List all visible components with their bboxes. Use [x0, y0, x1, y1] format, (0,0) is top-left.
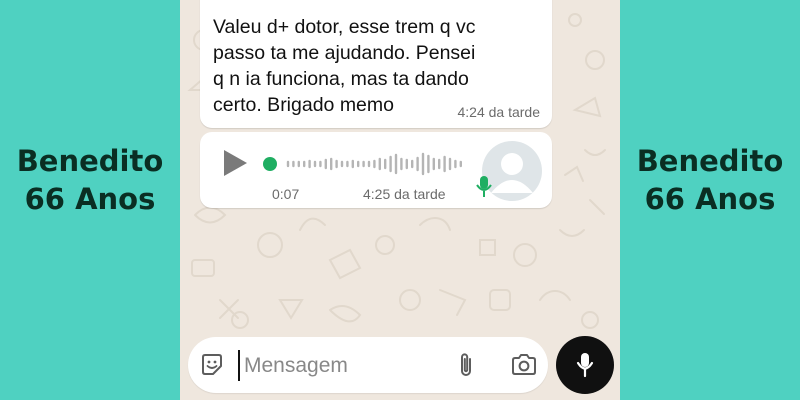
message-timestamp: 4:25 da tarde	[363, 186, 446, 202]
message-text: Valeu d+ dotor, esse trem q vc passo ta …	[213, 16, 476, 116]
microphone-icon	[576, 353, 594, 378]
sticker-icon[interactable]	[200, 353, 224, 377]
sidebar-left-caption: Benedito 66 Anos	[0, 142, 180, 218]
message-input[interactable]	[244, 349, 434, 383]
person-name: Benedito	[16, 144, 164, 178]
microphone-icon	[476, 176, 492, 197]
paperclip-icon[interactable]	[455, 351, 477, 379]
message-bubble-incoming[interactable]: Valeu d+ dotor, esse trem q vc passo ta …	[200, 0, 552, 128]
audio-duration: 0:07	[272, 186, 300, 202]
camera-icon[interactable]	[511, 353, 537, 377]
play-icon[interactable]	[224, 150, 247, 176]
sidebar-right-caption: Benedito 66 Anos	[620, 142, 800, 218]
voice-record-button[interactable]	[556, 336, 614, 394]
audio-progress-handle[interactable]	[263, 157, 277, 171]
person-name: Benedito	[636, 144, 784, 178]
audio-waveform[interactable]	[280, 150, 470, 178]
text-cursor	[238, 350, 240, 381]
message-timestamp: 4:24 da tarde	[457, 104, 540, 120]
person-age: 66 Anos	[644, 182, 776, 216]
person-age: 66 Anos	[24, 182, 156, 216]
